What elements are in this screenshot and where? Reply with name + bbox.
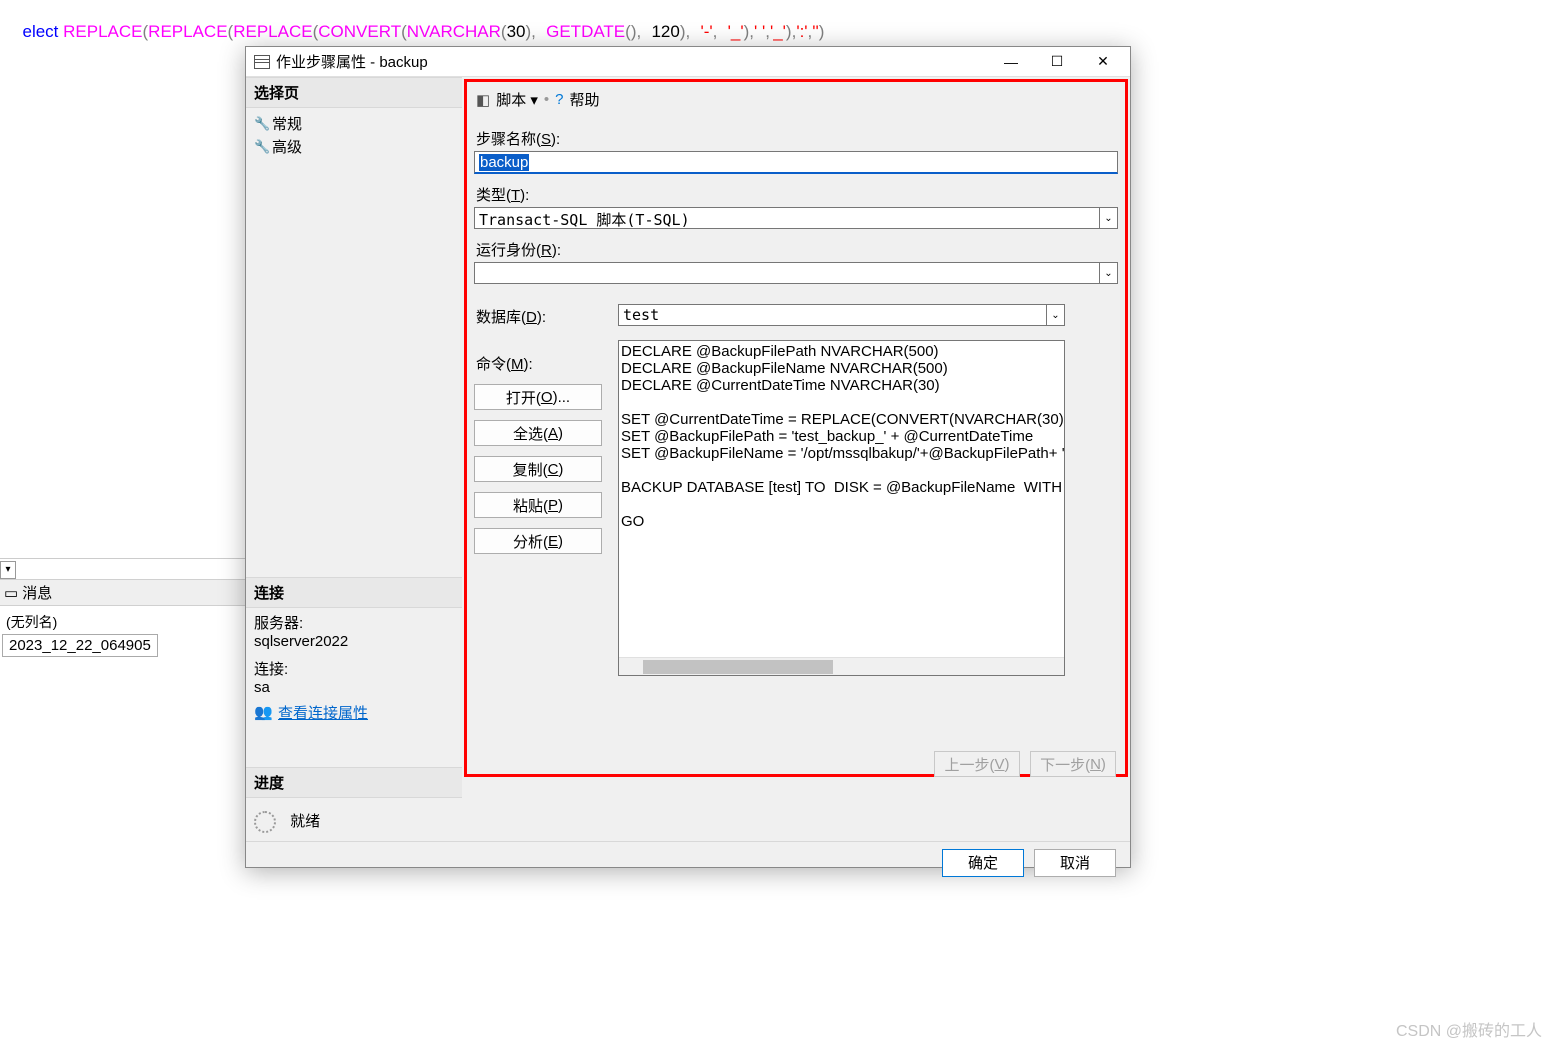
titlebar[interactable]: 作业步骤属性 - backup ― ☐ ✕ <box>246 47 1130 77</box>
type-label: 类型(T): <box>474 174 1118 207</box>
server-label: 服务器: <box>254 612 454 633</box>
close-button[interactable]: ✕ <box>1080 47 1126 77</box>
type-combo[interactable]: Transact-SQL 脚本(T-SQL) ⌄ <box>474 207 1118 229</box>
command-textarea[interactable]: DECLARE @BackupFilePath NVARCHAR(500) DE… <box>618 340 1065 676</box>
parse-button[interactable]: 分析(E) <box>474 528 602 554</box>
minimize-button[interactable]: ― <box>988 47 1034 77</box>
step-name-input[interactable]: backup <box>474 151 1118 174</box>
page-general[interactable]: 🔧常规 <box>254 112 454 135</box>
progress-spinner-icon <box>254 811 276 833</box>
connection-header: 连接 <box>246 577 462 608</box>
next-button[interactable]: 下一步(N) <box>1030 751 1116 777</box>
ok-button[interactable]: 确定 <box>942 849 1024 877</box>
page-advanced[interactable]: 🔧高级 <box>254 135 454 158</box>
chevron-down-icon[interactable]: ⌄ <box>1047 304 1065 326</box>
tab-dropdown[interactable]: ▾ <box>0 561 16 579</box>
help-link[interactable]: 帮助 <box>570 89 600 110</box>
command-label: 命令(M): <box>474 343 618 376</box>
prev-button[interactable]: 上一步(V) <box>934 751 1020 777</box>
step-name-label: 步骤名称(S): <box>474 118 1118 151</box>
messages-icon: ▭ <box>4 584 18 602</box>
open-button[interactable]: 打开(O)... <box>474 384 602 410</box>
help-icon: ? <box>555 91 563 108</box>
connection-label: 连接: <box>254 658 454 679</box>
view-connection-link[interactable]: 查看连接属性 <box>278 702 368 723</box>
select-all-button[interactable]: 全选(A) <box>474 420 602 446</box>
chevron-down-icon[interactable]: ⌄ <box>1100 262 1118 284</box>
horizontal-scrollbar[interactable] <box>619 657 1064 675</box>
chevron-down-icon[interactable]: ⌄ <box>1100 207 1118 229</box>
maximize-button[interactable]: ☐ <box>1034 47 1080 77</box>
script-icon: ◧ <box>476 91 490 109</box>
progress-status: 就绪 <box>290 813 320 830</box>
messages-tab[interactable]: ▭消息 <box>0 579 245 606</box>
database-label: 数据库(D): <box>474 296 618 329</box>
runas-label: 运行身份(R): <box>474 229 1118 262</box>
select-page-header: 选择页 <box>246 77 462 108</box>
result-cell[interactable]: 2023_12_22_064905 <box>2 634 158 657</box>
column-header: (无列名) <box>2 610 245 634</box>
connection-value: sa <box>254 679 454 696</box>
database-combo[interactable]: test ⌄ <box>618 304 1065 326</box>
runas-combo[interactable]: ⌄ <box>474 262 1118 284</box>
window-title: 作业步骤属性 - backup <box>276 51 988 72</box>
paste-button[interactable]: 粘贴(P) <box>474 492 602 518</box>
wrench-icon: 🔧 <box>254 116 268 132</box>
copy-button[interactable]: 复制(C) <box>474 456 602 482</box>
cancel-button[interactable]: 取消 <box>1034 849 1116 877</box>
window-icon <box>254 55 270 69</box>
sql-editor-line: elect REPLACE(REPLACE(REPLACE(CONVERT(NV… <box>0 0 824 44</box>
connection-icon: 👥 <box>254 703 272 721</box>
wrench-icon: 🔧 <box>254 139 268 155</box>
script-dropdown[interactable]: 脚本 ▾ <box>496 89 538 110</box>
server-value: sqlserver2022 <box>254 633 454 650</box>
job-step-properties-dialog: 作业步骤属性 - backup ― ☐ ✕ 选择页 🔧常规 🔧高级 连接 服务器… <box>245 46 1131 868</box>
watermark: CSDN @搬砖的工人 <box>1396 1017 1542 1041</box>
progress-header: 进度 <box>246 767 462 798</box>
